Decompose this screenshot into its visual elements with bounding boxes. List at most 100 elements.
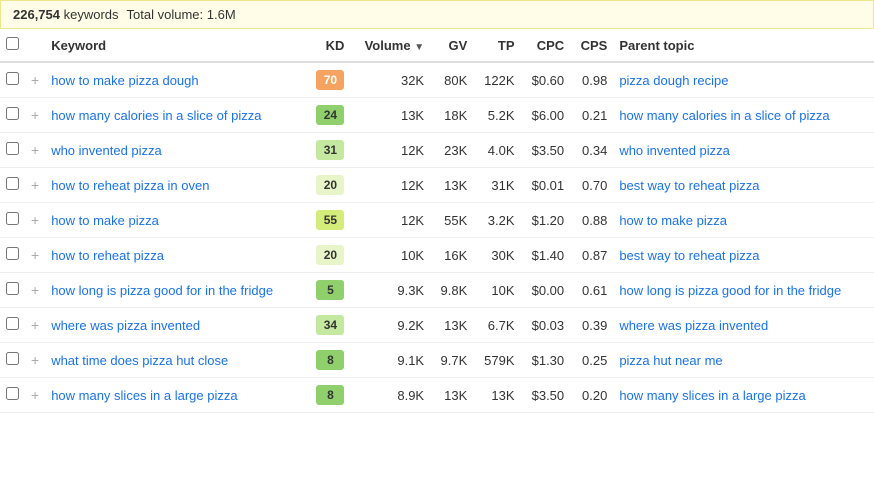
col-header-check[interactable] [0, 29, 25, 62]
keywords-table: Keyword KD Volume ▼ GV TP CPC CPS Parent… [0, 29, 874, 413]
row-tp: 3.2K [473, 203, 520, 238]
parent-topic-link[interactable]: best way to reheat pizza [619, 248, 759, 263]
row-tp: 13K [473, 378, 520, 413]
col-header-parent-topic: Parent topic [613, 29, 874, 62]
keyword-link[interactable]: how to make pizza [51, 213, 159, 228]
row-plus-cell[interactable]: + [25, 62, 45, 98]
row-keyword: how to make pizza dough [45, 62, 306, 98]
row-checkbox-cell[interactable] [0, 62, 25, 98]
add-row-button[interactable]: + [31, 177, 39, 193]
row-volume: 9.3K [350, 273, 430, 308]
add-row-button[interactable]: + [31, 352, 39, 368]
row-checkbox-cell[interactable] [0, 343, 25, 378]
row-checkbox-cell[interactable] [0, 168, 25, 203]
row-cps: 0.61 [570, 273, 613, 308]
keyword-link[interactable]: how many calories in a slice of pizza [51, 108, 261, 123]
parent-topic-link[interactable]: how many slices in a large pizza [619, 388, 805, 403]
row-kd: 20 [306, 168, 351, 203]
row-volume: 9.1K [350, 343, 430, 378]
row-plus-cell[interactable]: + [25, 273, 45, 308]
parent-topic-link[interactable]: pizza hut near me [619, 353, 722, 368]
row-plus-cell[interactable]: + [25, 98, 45, 133]
row-keyword: what time does pizza hut close [45, 343, 306, 378]
row-keyword: where was pizza invented [45, 308, 306, 343]
row-cps: 0.87 [570, 238, 613, 273]
select-all-checkbox[interactable] [6, 37, 19, 50]
row-checkbox[interactable] [6, 282, 19, 295]
col-header-volume[interactable]: Volume ▼ [350, 29, 430, 62]
parent-topic-link[interactable]: how many calories in a slice of pizza [619, 108, 829, 123]
parent-topic-link[interactable]: pizza dough recipe [619, 73, 728, 88]
add-row-button[interactable]: + [31, 107, 39, 123]
row-checkbox-cell[interactable] [0, 98, 25, 133]
row-plus-cell[interactable]: + [25, 133, 45, 168]
parent-topic-link[interactable]: how to make pizza [619, 213, 727, 228]
parent-topic-link[interactable]: who invented pizza [619, 143, 730, 158]
col-header-cpc: CPC [521, 29, 571, 62]
parent-topic-link[interactable]: how long is pizza good for in the fridge [619, 283, 841, 298]
keyword-link[interactable]: how to reheat pizza [51, 248, 164, 263]
row-kd: 24 [306, 98, 351, 133]
row-checkbox[interactable] [6, 142, 19, 155]
keyword-link[interactable]: how to reheat pizza in oven [51, 178, 209, 193]
row-plus-cell[interactable]: + [25, 378, 45, 413]
row-keyword: how many calories in a slice of pizza [45, 98, 306, 133]
row-gv: 9.7K [430, 343, 473, 378]
row-plus-cell[interactable]: + [25, 238, 45, 273]
row-tp: 5.2K [473, 98, 520, 133]
row-checkbox[interactable] [6, 107, 19, 120]
row-volume: 10K [350, 238, 430, 273]
row-checkbox[interactable] [6, 177, 19, 190]
row-checkbox[interactable] [6, 352, 19, 365]
parent-topic-link[interactable]: best way to reheat pizza [619, 178, 759, 193]
keyword-link[interactable]: what time does pizza hut close [51, 353, 228, 368]
keyword-link[interactable]: where was pizza invented [51, 318, 200, 333]
row-plus-cell[interactable]: + [25, 343, 45, 378]
row-keyword: who invented pizza [45, 133, 306, 168]
row-parent-topic: where was pizza invented [613, 308, 874, 343]
keyword-link[interactable]: who invented pizza [51, 143, 162, 158]
add-row-button[interactable]: + [31, 387, 39, 403]
row-cps: 0.70 [570, 168, 613, 203]
row-checkbox-cell[interactable] [0, 273, 25, 308]
row-plus-cell[interactable]: + [25, 203, 45, 238]
row-parent-topic: who invented pizza [613, 133, 874, 168]
row-gv: 13K [430, 308, 473, 343]
col-header-kd: KD [306, 29, 351, 62]
row-checkbox-cell[interactable] [0, 378, 25, 413]
row-checkbox-cell[interactable] [0, 203, 25, 238]
row-kd: 20 [306, 238, 351, 273]
keyword-link[interactable]: how to make pizza dough [51, 73, 198, 88]
row-checkbox-cell[interactable] [0, 238, 25, 273]
add-row-button[interactable]: + [31, 247, 39, 263]
row-gv: 16K [430, 238, 473, 273]
row-parent-topic: how many calories in a slice of pizza [613, 98, 874, 133]
row-cpc: $0.01 [521, 168, 571, 203]
add-row-button[interactable]: + [31, 282, 39, 298]
row-checkbox-cell[interactable] [0, 133, 25, 168]
kd-badge: 8 [316, 385, 344, 405]
row-plus-cell[interactable]: + [25, 168, 45, 203]
sort-arrow-volume: ▼ [414, 42, 424, 53]
row-plus-cell[interactable]: + [25, 308, 45, 343]
row-checkbox[interactable] [6, 387, 19, 400]
keyword-link[interactable]: how long is pizza good for in the fridge [51, 283, 273, 298]
col-header-gv: GV [430, 29, 473, 62]
row-parent-topic: best way to reheat pizza [613, 238, 874, 273]
row-cpc: $1.40 [521, 238, 571, 273]
table-row: + what time does pizza hut close 8 9.1K … [0, 343, 874, 378]
add-row-button[interactable]: + [31, 317, 39, 333]
add-row-button[interactable]: + [31, 72, 39, 88]
add-row-button[interactable]: + [31, 212, 39, 228]
row-checkbox[interactable] [6, 212, 19, 225]
row-checkbox[interactable] [6, 317, 19, 330]
parent-topic-link[interactable]: where was pizza invented [619, 318, 768, 333]
add-row-button[interactable]: + [31, 142, 39, 158]
row-checkbox[interactable] [6, 247, 19, 260]
row-checkbox-cell[interactable] [0, 308, 25, 343]
kd-badge: 34 [316, 315, 344, 335]
keyword-link[interactable]: how many slices in a large pizza [51, 388, 237, 403]
row-checkbox[interactable] [6, 72, 19, 85]
row-gv: 80K [430, 62, 473, 98]
row-kd: 55 [306, 203, 351, 238]
